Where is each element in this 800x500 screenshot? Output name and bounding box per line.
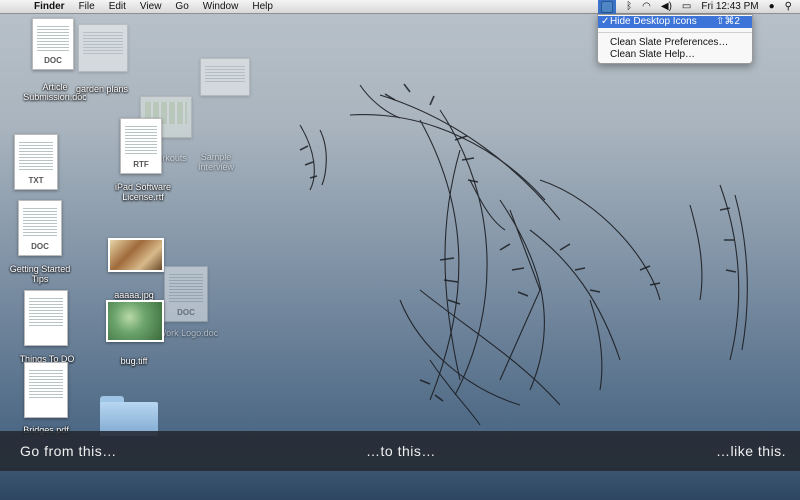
txt-file-icon[interactable]: TXT (14, 134, 58, 190)
bug-tiff-thumbnail[interactable] (106, 300, 164, 342)
article-submission-icon[interactable]: DOC (32, 18, 80, 74)
desktop: DOC Article Submission.doc garden plans … (0, 0, 800, 500)
aaaaa-jpg-thumbnail[interactable] (108, 238, 164, 272)
things-to-do-icon[interactable] (24, 290, 68, 346)
menu-item-label: Clean Slate Help… (610, 49, 696, 60)
rtf-document-icon: RTF (120, 118, 162, 174)
volume-icon[interactable]: ◀) (661, 0, 672, 13)
caption-to: …to this… (366, 443, 436, 459)
garden-plans-icon[interactable] (78, 24, 130, 74)
user-icon[interactable]: ● (769, 0, 775, 13)
menu-edit[interactable]: Edit (109, 0, 126, 13)
pdf-document-icon (24, 362, 68, 418)
icon-label: garden plans (75, 84, 129, 94)
icon-label: iPad Software License.rtf (114, 182, 172, 202)
caption-from: Go from this… (20, 443, 117, 459)
doc-file-icon (78, 24, 128, 72)
wifi-icon[interactable]: ◠ (642, 0, 651, 13)
doc-file-icon: DOC (18, 200, 62, 256)
bridges-pdf-icon[interactable] (24, 362, 68, 418)
spotlight-search-icon[interactable]: ⚲ (785, 0, 792, 13)
caption-bar: Go from this… …to this… …like this. (0, 431, 800, 471)
icon-label: Work Logo.doc (157, 328, 219, 338)
menu-item-label: Clean Slate Preferences… (610, 37, 729, 48)
work-logo-doc-icon[interactable]: DOC (164, 266, 208, 322)
clean-slate-dropdown: ✓ Hide Desktop Icons ⇧⌘2 Clean Slate Pre… (597, 14, 753, 64)
menu-item-help[interactable]: Clean Slate Help… (598, 49, 752, 61)
menu-go[interactable]: Go (175, 0, 188, 13)
menu-finder[interactable]: Finder (34, 0, 65, 13)
menu-view[interactable]: View (140, 0, 162, 13)
txt-document-icon: TXT (14, 134, 58, 190)
menu-file[interactable]: File (79, 0, 95, 13)
wallpaper-bottom (0, 471, 800, 500)
icon-label: Sample Interview (197, 152, 234, 172)
icon-label: bug.tiff (120, 356, 148, 366)
menu-help[interactable]: Help (252, 0, 273, 13)
menu-item-preferences[interactable]: Clean Slate Preferences… (598, 37, 752, 49)
menu-extras: ᛒ ◠ ◀) ▭ Fri 12:43 PM ● ⚲ (598, 0, 792, 14)
clean-slate-icon (601, 0, 614, 13)
icon-label: Getting Started Tips (9, 264, 71, 284)
clean-slate-menu-extra[interactable] (598, 0, 617, 14)
caption-like: …like this. (716, 443, 787, 459)
doc-file-icon: DOC (32, 18, 74, 70)
sample-interview-icon[interactable] (200, 58, 250, 98)
menu-separator (598, 32, 752, 33)
menu-item-label: Hide Desktop Icons (610, 16, 697, 27)
checkmark-icon: ✓ (601, 16, 610, 27)
menu-window[interactable]: Window (203, 0, 239, 13)
menu-item-hide-desktop-icons[interactable]: ✓ Hide Desktop Icons ⇧⌘2 (598, 16, 752, 28)
folder-icon[interactable] (100, 392, 158, 436)
bluetooth-icon[interactable]: ᛒ (626, 0, 632, 13)
getting-started-icon[interactable]: DOC (18, 200, 62, 258)
menubar: Finder File Edit View Go Window Help ᛒ ◠… (0, 0, 800, 14)
menu-item-shortcut: ⇧⌘2 (716, 16, 740, 27)
doc-file-icon: DOC (164, 266, 208, 322)
battery-icon[interactable]: ▭ (682, 0, 691, 13)
doc-file-icon (200, 58, 250, 96)
pages-document-icon (24, 290, 68, 346)
icon-label: aaaaa.jpg (114, 290, 154, 300)
menubar-clock[interactable]: Fri 12:43 PM (701, 0, 758, 13)
ipad-license-icon[interactable]: RTF (120, 118, 164, 174)
